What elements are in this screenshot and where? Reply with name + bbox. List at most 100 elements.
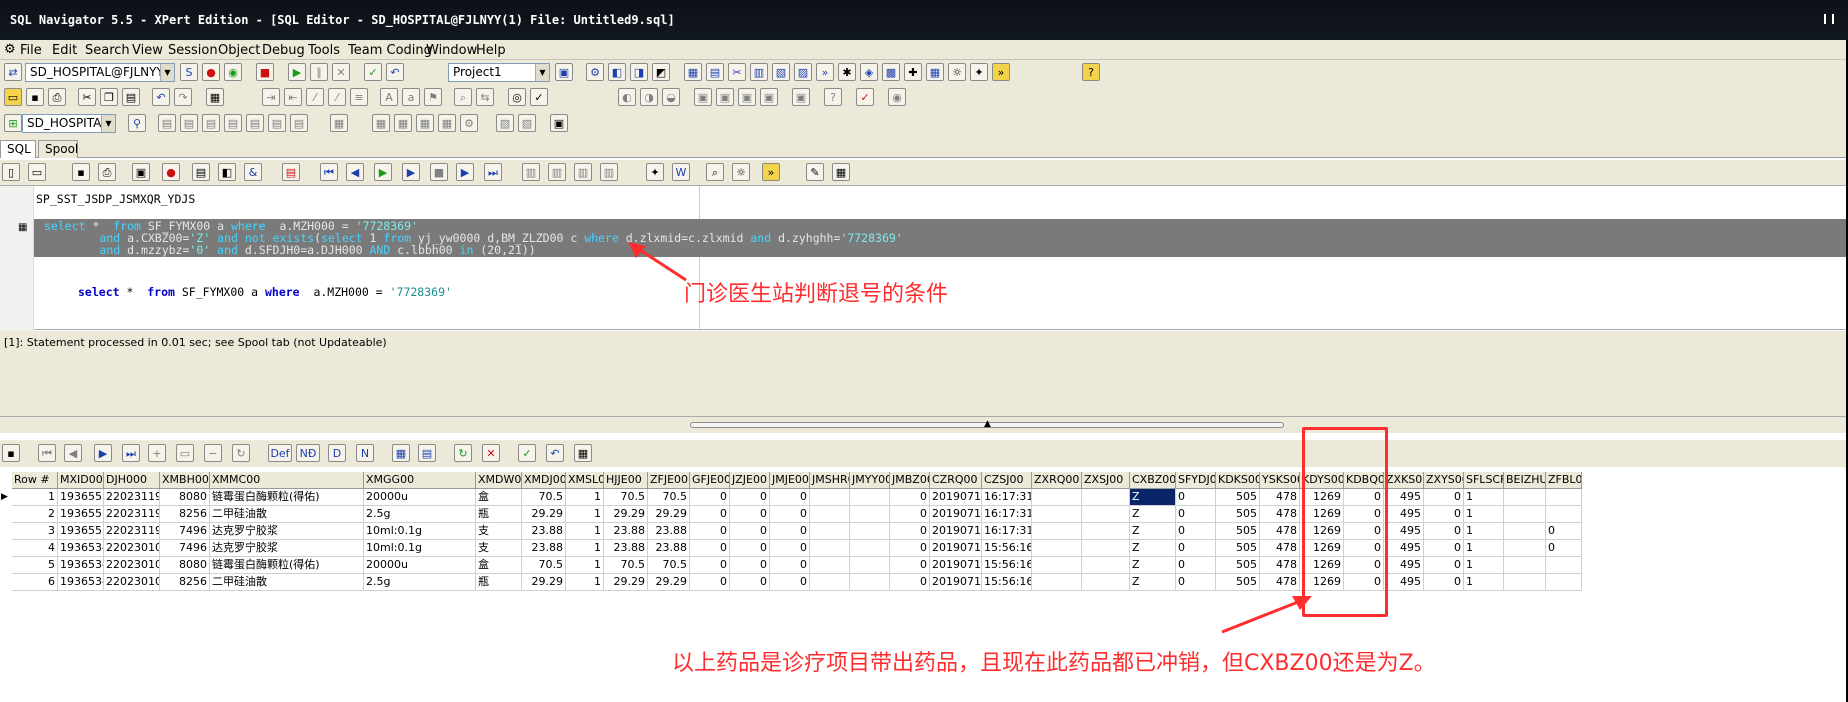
grid-edit-icon[interactable]: ▭ bbox=[176, 444, 194, 462]
table-cell[interactable]: 70.5 bbox=[522, 489, 566, 506]
table-cell[interactable]: 20190710 bbox=[930, 540, 982, 557]
copy-icon[interactable]: ❐ bbox=[100, 88, 118, 106]
table-cell[interactable]: 0 bbox=[890, 540, 930, 557]
grid-n-icon[interactable]: N bbox=[356, 444, 374, 462]
table-cell[interactable] bbox=[1504, 506, 1546, 523]
last-stmt-icon[interactable]: ⏭ bbox=[484, 163, 502, 181]
column-header[interactable]: ZXSJ00 bbox=[1082, 472, 1130, 489]
table-cell[interactable]: 盒 bbox=[476, 489, 522, 506]
quick-browse-icon[interactable]: ⚲ bbox=[128, 114, 146, 132]
table-cell[interactable] bbox=[1082, 540, 1130, 557]
grid-next-icon[interactable]: ▶ bbox=[94, 444, 112, 462]
table-cell[interactable]: 495 bbox=[1384, 574, 1424, 591]
table-cell[interactable] bbox=[1082, 523, 1130, 540]
table-cell[interactable] bbox=[850, 574, 890, 591]
column-header[interactable]: ZXYS00 bbox=[1424, 472, 1464, 489]
stop-icon[interactable]: ■ bbox=[430, 163, 448, 181]
pane-splitter[interactable]: ▲ bbox=[0, 417, 1848, 433]
grid-refresh-icon[interactable]: ↻ bbox=[232, 444, 250, 462]
column-header[interactable]: DJH000 bbox=[104, 472, 160, 489]
table-cell[interactable] bbox=[850, 557, 890, 574]
table-cell[interactable]: 1 bbox=[1464, 506, 1504, 523]
dtool-3-icon[interactable]: ▤ bbox=[202, 114, 220, 132]
tool-f-icon[interactable]: ▣ bbox=[738, 88, 756, 106]
table-cell[interactable]: 0 bbox=[730, 574, 770, 591]
clip-icon[interactable]: ▥ bbox=[574, 163, 592, 181]
table-cell[interactable]: 20000u bbox=[364, 557, 476, 574]
table-cell[interactable] bbox=[1032, 574, 1082, 591]
column-header[interactable]: HJJE00 bbox=[604, 472, 648, 489]
menu-window[interactable]: Window bbox=[426, 43, 477, 58]
wrap-icon[interactable]: ◎ bbox=[508, 88, 526, 106]
table-cell[interactable]: 20190710 bbox=[930, 489, 982, 506]
disconnect-icon[interactable]: ● bbox=[202, 63, 220, 81]
report-icon[interactable]: ▩ bbox=[882, 63, 900, 81]
table-cell[interactable]: 495 bbox=[1384, 557, 1424, 574]
format-sql-icon[interactable]: ✎ bbox=[806, 163, 824, 181]
table-cell[interactable]: 7496 bbox=[160, 540, 210, 557]
table-cell[interactable]: 16:17:31 bbox=[982, 506, 1032, 523]
bookmark-icon[interactable]: ⚑ bbox=[424, 88, 442, 106]
menu-view[interactable]: View bbox=[132, 43, 163, 58]
table-cell[interactable]: 0 bbox=[730, 557, 770, 574]
table-cell[interactable]: 1 bbox=[1464, 540, 1504, 557]
table-cell[interactable]: 链霉蛋白酶颗粒(得佑) bbox=[210, 489, 364, 506]
table-cell[interactable]: 8080 bbox=[160, 557, 210, 574]
run-icon[interactable]: ▶ bbox=[288, 63, 306, 81]
grid-prev-icon[interactable]: ◀ bbox=[64, 444, 82, 462]
upper-icon[interactable]: A bbox=[380, 88, 398, 106]
bulb-icon[interactable]: ☼ bbox=[732, 163, 750, 181]
table-cell[interactable]: 29.29 bbox=[648, 574, 690, 591]
copy-stmt-icon[interactable]: ▥ bbox=[522, 163, 540, 181]
table-cell[interactable]: 1 bbox=[1464, 489, 1504, 506]
table-cell[interactable]: 505 bbox=[1216, 506, 1260, 523]
session-icon[interactable]: S bbox=[180, 63, 198, 81]
table-cell[interactable]: 0 bbox=[1424, 489, 1464, 506]
table-cell[interactable]: 29.29 bbox=[604, 574, 648, 591]
connection-select[interactable]: SD_HOSPITAL@FJLNYY(▼ bbox=[25, 63, 175, 82]
grid-last-icon[interactable]: ⏭ bbox=[122, 444, 140, 462]
stop-icon[interactable]: ■ bbox=[256, 63, 274, 81]
dtool-11-icon[interactable]: ▦ bbox=[416, 114, 434, 132]
table-cell[interactable]: 10ml:0.1g bbox=[364, 540, 476, 557]
table-cell[interactable] bbox=[1504, 540, 1546, 557]
table-cell[interactable]: 1 bbox=[1464, 574, 1504, 591]
tool-i-icon[interactable]: ? bbox=[824, 88, 842, 106]
table-cell[interactable]: 0 bbox=[1176, 574, 1216, 591]
table-cell[interactable]: 29.29 bbox=[604, 506, 648, 523]
print-icon[interactable]: ⎙ bbox=[48, 88, 66, 106]
column-header[interactable]: XMGG00 bbox=[364, 472, 476, 489]
table-cell[interactable]: 0 bbox=[770, 540, 810, 557]
table-cell[interactable]: 495 bbox=[1384, 523, 1424, 540]
grid-nd-icon[interactable]: NÐ bbox=[296, 444, 320, 462]
link-icon[interactable]: & bbox=[244, 163, 262, 181]
column-header[interactable]: CXBZ00 bbox=[1130, 472, 1176, 489]
table-cell[interactable]: 16:17:31 bbox=[982, 523, 1032, 540]
check-syntax-icon[interactable]: ✓ bbox=[856, 88, 874, 106]
grid-export-icon[interactable]: ▦ bbox=[574, 444, 592, 462]
debugger-icon[interactable]: ✱ bbox=[838, 63, 856, 81]
grid-d-icon[interactable]: D bbox=[328, 444, 346, 462]
table-cell[interactable]: 495 bbox=[1384, 540, 1424, 557]
column-header[interactable]: ZXRQ00 bbox=[1032, 472, 1082, 489]
table-cell[interactable]: 瓶 bbox=[476, 506, 522, 523]
column-header[interactable]: XMSL00 bbox=[566, 472, 604, 489]
table-cell[interactable]: 22023119 bbox=[104, 489, 160, 506]
table-cell[interactable]: 15:56:16 bbox=[982, 557, 1032, 574]
jump-icon[interactable]: » bbox=[816, 63, 834, 81]
table-cell[interactable]: 15:56:16 bbox=[982, 574, 1032, 591]
table-icon[interactable]: ▦ bbox=[684, 63, 702, 81]
column-header[interactable]: XMDJ00 bbox=[522, 472, 566, 489]
table-cell[interactable] bbox=[1546, 489, 1582, 506]
table-cell[interactable]: 支 bbox=[476, 540, 522, 557]
table-cell[interactable] bbox=[850, 540, 890, 557]
table-cell[interactable]: 0 bbox=[770, 557, 810, 574]
table-cell[interactable]: 19365517 bbox=[58, 506, 104, 523]
column-header[interactable]: KDKS00 bbox=[1216, 472, 1260, 489]
table-cell[interactable]: Z bbox=[1130, 523, 1176, 540]
dtool-12-icon[interactable]: ▦ bbox=[438, 114, 456, 132]
table-cell[interactable]: 0 bbox=[770, 506, 810, 523]
table-cell[interactable]: 8256 bbox=[160, 506, 210, 523]
table-cell[interactable]: Z bbox=[1130, 540, 1176, 557]
table-cell[interactable] bbox=[1032, 523, 1082, 540]
